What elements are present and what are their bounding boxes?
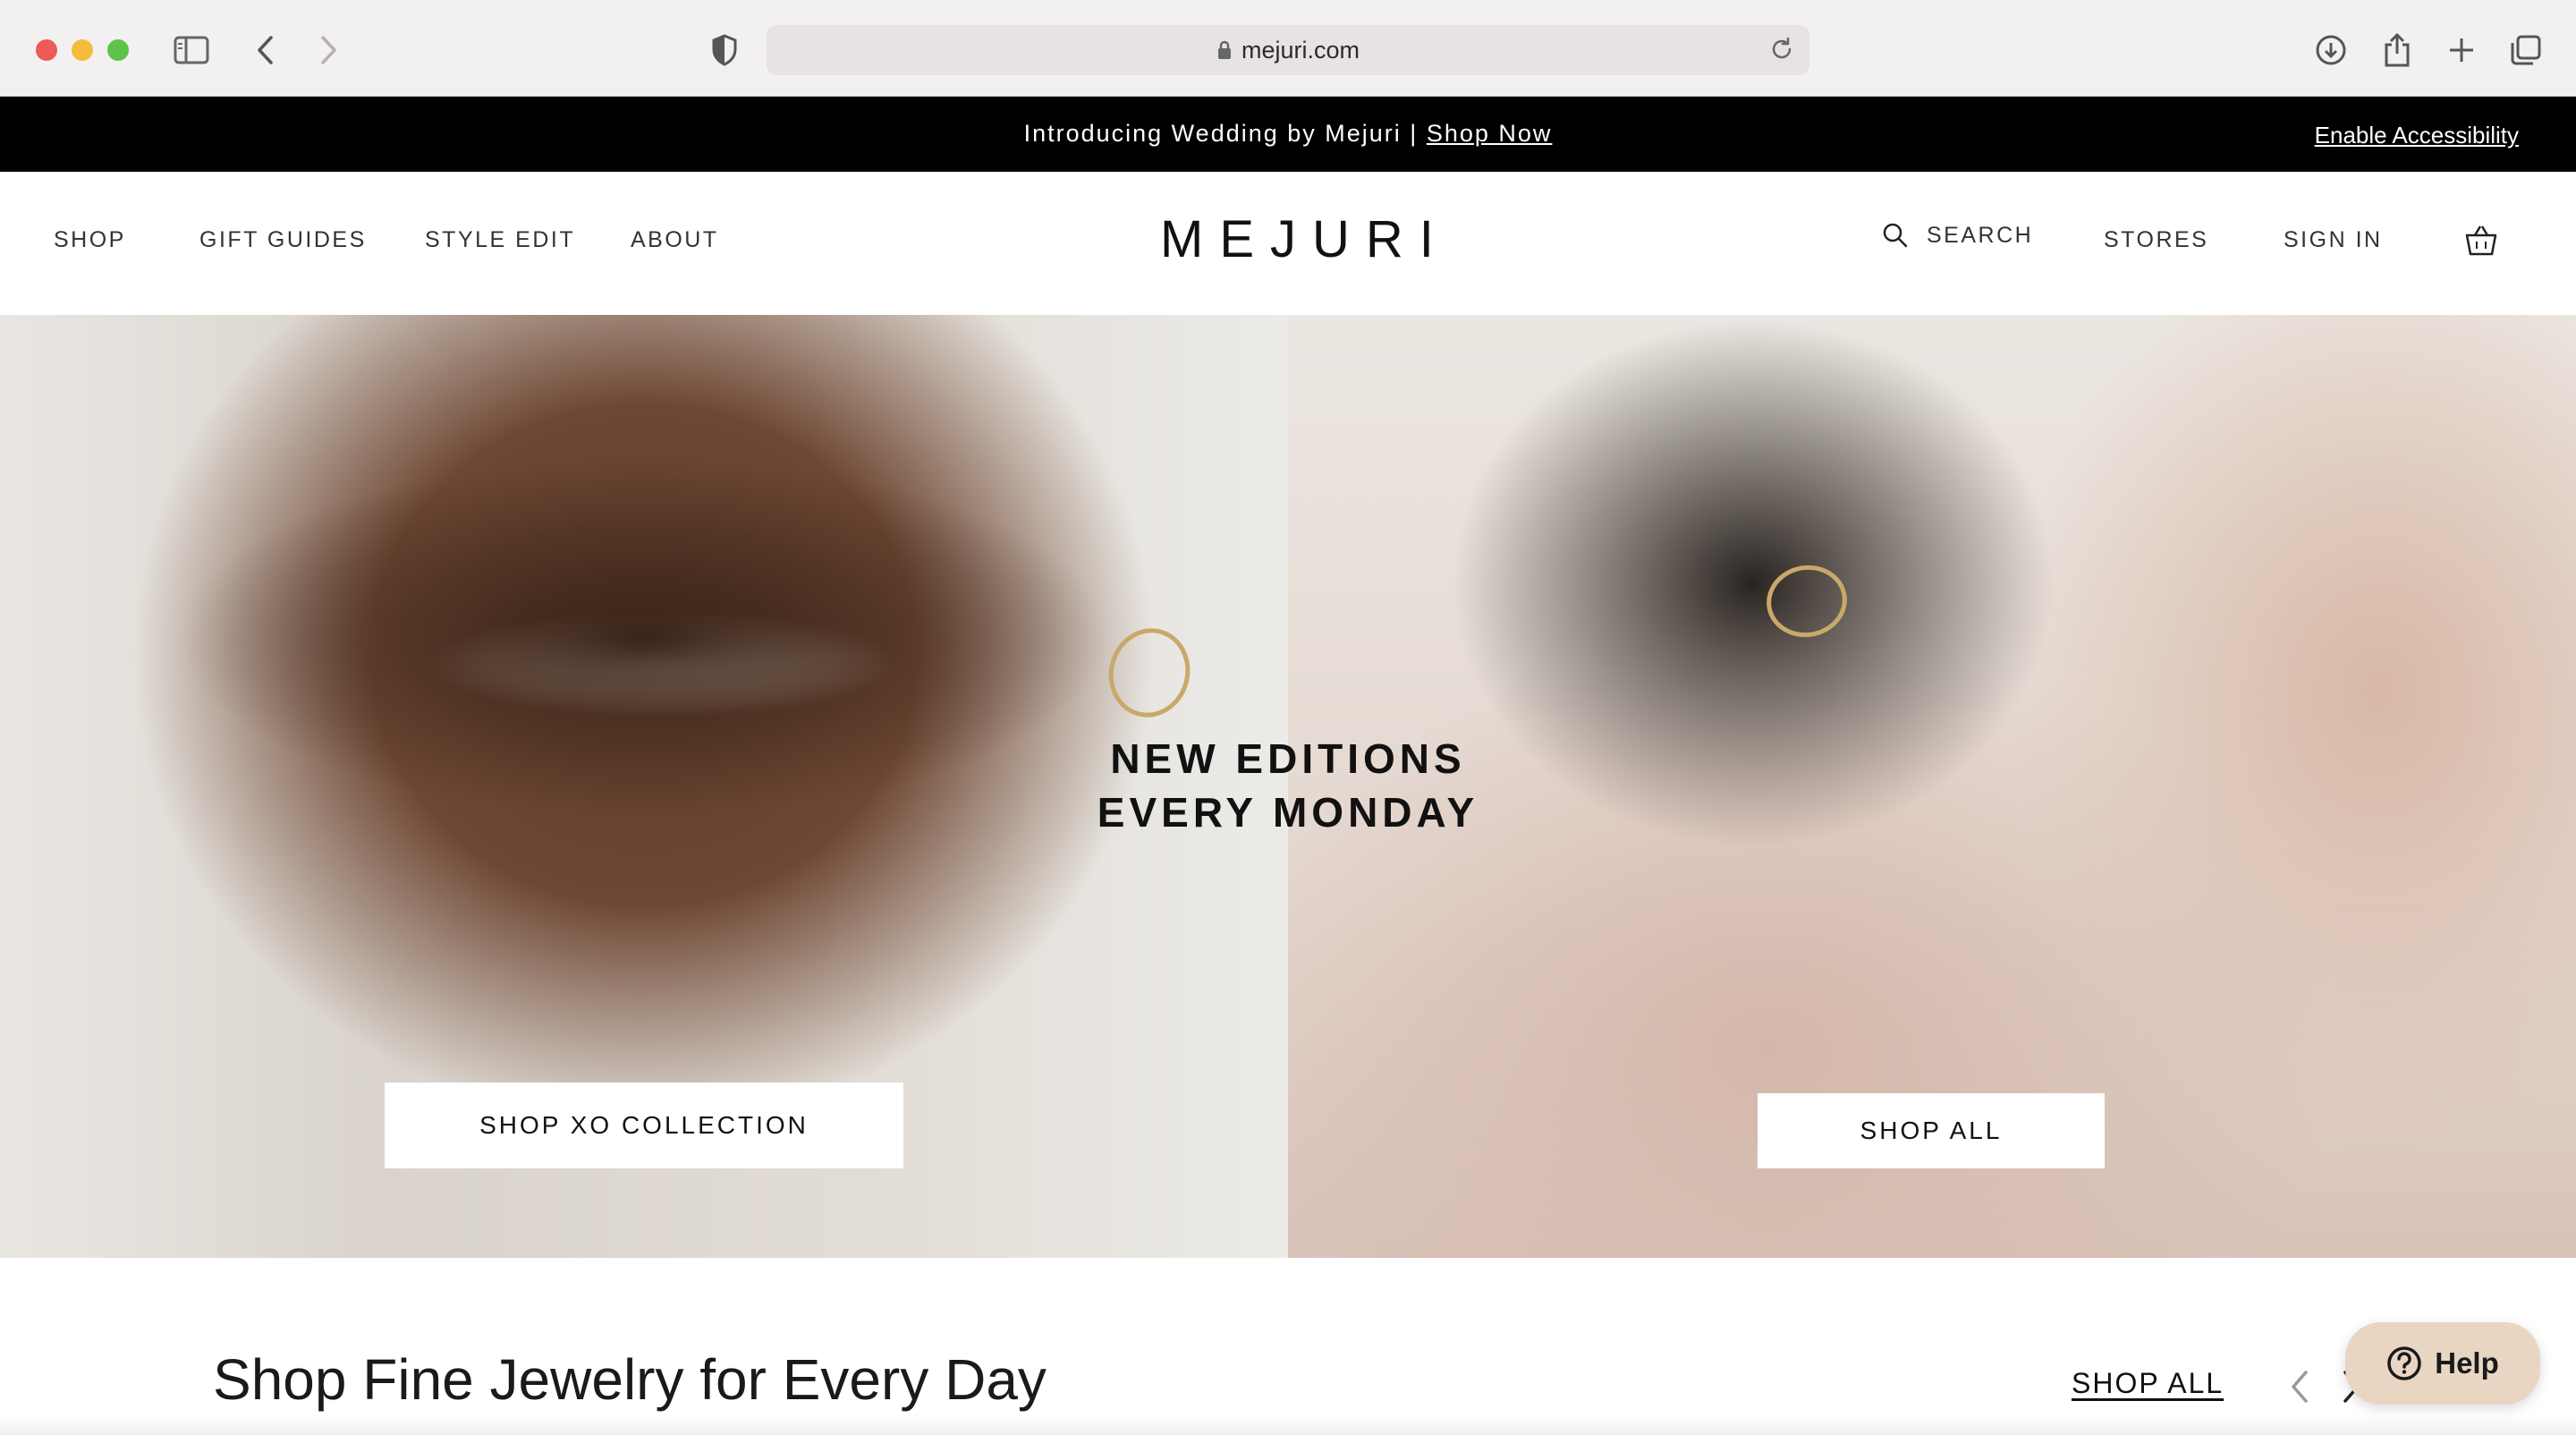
section-shop-all-link[interactable]: SHOP ALL bbox=[2072, 1367, 2224, 1400]
hero-shop-all-button[interactable]: SHOP ALL bbox=[1758, 1093, 2105, 1168]
carousel-prev-icon[interactable] bbox=[2288, 1369, 2311, 1409]
announcement-text: Introducing Wedding by Mejuri | bbox=[1023, 120, 1419, 147]
nav-item-stores[interactable]: STORES bbox=[2104, 227, 2208, 253]
back-icon[interactable] bbox=[243, 29, 286, 72]
url-text: mejuri.com bbox=[1241, 36, 1360, 64]
privacy-shield-icon[interactable] bbox=[703, 29, 746, 72]
search-button[interactable]: SEARCH bbox=[1882, 222, 2033, 249]
hero-headline: NEW EDITIONS EVERY MONDAY bbox=[1020, 732, 1556, 839]
zoom-window-button[interactable] bbox=[107, 39, 129, 61]
hero-headline-line-1: NEW EDITIONS bbox=[1110, 735, 1466, 782]
minimize-window-button[interactable] bbox=[72, 39, 93, 61]
nav-item-style-edit[interactable]: STYLE EDIT bbox=[425, 227, 575, 253]
nav-item-gift-guides[interactable]: GIFT GUIDES bbox=[199, 227, 367, 253]
share-icon[interactable] bbox=[2376, 29, 2419, 72]
bottom-fade bbox=[0, 1414, 2576, 1435]
help-question-icon bbox=[2386, 1346, 2422, 1381]
lock-icon bbox=[1216, 39, 1233, 61]
section-title: Shop Fine Jewelry for Every Day bbox=[213, 1347, 1046, 1412]
site-header: SHOP GIFT GUIDES STYLE EDIT ABOUT MEJURI… bbox=[0, 172, 2576, 315]
nav-item-shop[interactable]: SHOP bbox=[54, 227, 126, 253]
nav-item-sign-in[interactable]: SIGN IN bbox=[2284, 227, 2383, 253]
reload-icon[interactable] bbox=[1768, 36, 1795, 69]
hero-banner: NEW EDITIONS EVERY MONDAY SHOP XO COLLEC… bbox=[0, 315, 2576, 1258]
mejuri-logo[interactable]: MEJURI bbox=[1160, 209, 1434, 269]
announcement-shop-now-link[interactable]: Shop Now bbox=[1427, 120, 1553, 147]
downloads-icon[interactable] bbox=[2309, 29, 2352, 72]
ring-decoration bbox=[1098, 619, 1200, 726]
search-icon bbox=[1882, 222, 1909, 249]
shop-xo-collection-button[interactable]: SHOP XO COLLECTION bbox=[385, 1083, 903, 1168]
new-tab-icon[interactable] bbox=[2440, 29, 2483, 72]
help-label: Help bbox=[2435, 1346, 2499, 1380]
ring-decoration bbox=[1760, 558, 1853, 644]
hero-headline-line-2: EVERY MONDAY bbox=[1097, 789, 1479, 836]
browser-toolbar: mejuri.com bbox=[0, 0, 2576, 97]
nav-item-about[interactable]: ABOUT bbox=[631, 227, 719, 253]
announcement-message: Introducing Wedding by Mejuri | Shop Now bbox=[0, 120, 2576, 148]
tab-overview-icon[interactable] bbox=[2504, 29, 2547, 72]
cart-icon[interactable] bbox=[2463, 222, 2499, 262]
announcement-bar: Introducing Wedding by Mejuri | Shop Now… bbox=[0, 97, 2576, 172]
sidebar-toggle-icon[interactable] bbox=[170, 29, 213, 72]
enable-accessibility-link[interactable]: Enable Accessibility bbox=[2315, 122, 2519, 149]
address-bar[interactable]: mejuri.com bbox=[767, 25, 1809, 75]
search-label: SEARCH bbox=[1927, 222, 2034, 248]
help-button[interactable]: Help bbox=[2345, 1322, 2540, 1405]
close-window-button[interactable] bbox=[36, 39, 57, 61]
forward-icon[interactable] bbox=[308, 29, 351, 72]
